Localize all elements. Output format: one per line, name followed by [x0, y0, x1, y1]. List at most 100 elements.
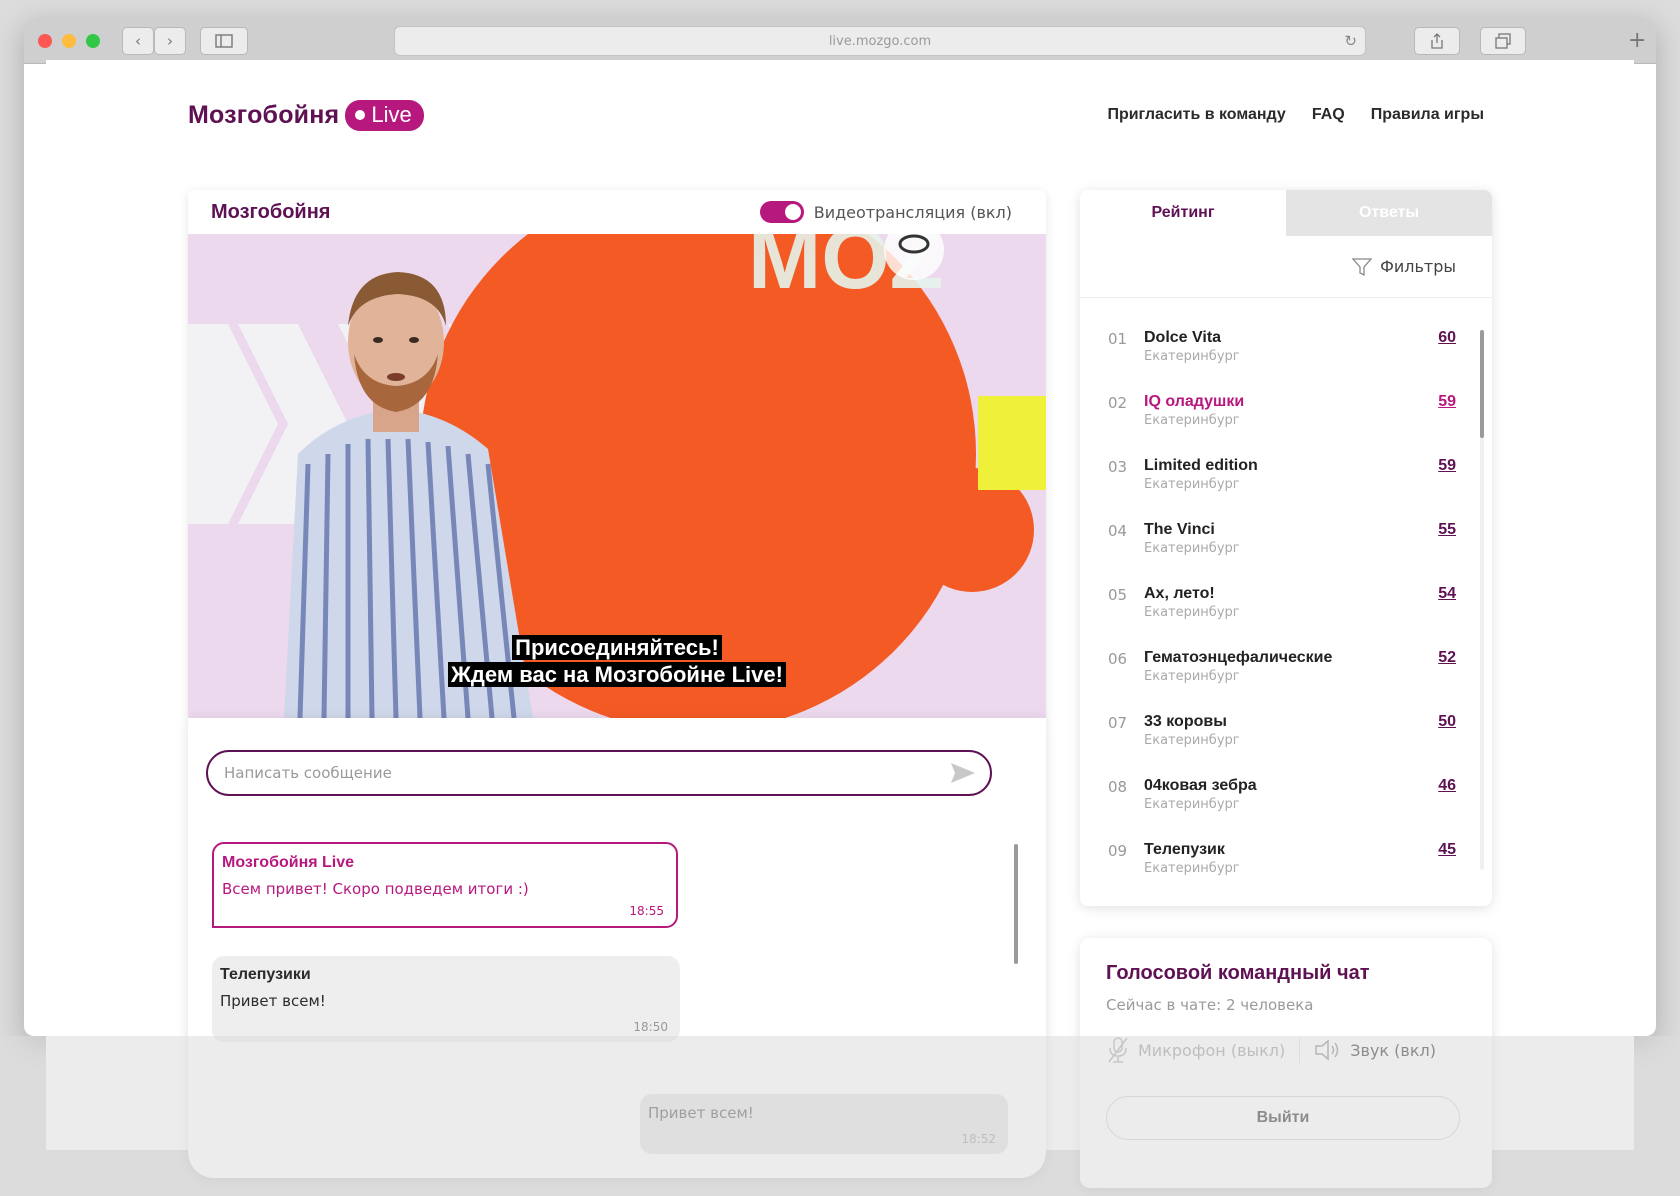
video-panel: Мозгобойня Видеотрансляция (вкл) MOZ При… — [188, 190, 1046, 718]
video-toggle-label: Видеотрансляция (вкл) — [813, 202, 1012, 222]
row-rank: 04 — [1108, 522, 1128, 540]
message-text: Всем привет! Скоро подведем итоги :) — [222, 880, 529, 898]
row-team-name: Ах, лето! — [1144, 585, 1215, 602]
row-score-link[interactable]: 50 — [1438, 713, 1456, 731]
sound-toggle[interactable]: Звук (вкл) — [1314, 1038, 1436, 1062]
filters-button[interactable]: Фильтры — [1080, 236, 1492, 298]
message-input[interactable]: Написать сообщение — [206, 750, 992, 796]
chat-message-team: Телепузики Привет всем! 18:50 — [212, 956, 680, 1042]
rating-row[interactable]: 08 04ковая зебра Екатеринбург 46 — [1080, 777, 1492, 842]
row-city: Екатеринбург — [1144, 733, 1240, 748]
chat-panel: Написать сообщение Мозгобойня Live Всем … — [188, 718, 1046, 1178]
row-score-link[interactable]: 52 — [1438, 649, 1456, 667]
chat-scrollbar[interactable] — [1014, 844, 1018, 964]
tab-rating[interactable]: Рейтинг — [1080, 190, 1286, 236]
tab-answers[interactable]: Ответы — [1286, 190, 1492, 236]
row-team-name: 04ковая зебра — [1144, 777, 1257, 794]
rating-row[interactable]: 09 Телепузик Екатеринбург 45 — [1080, 841, 1492, 906]
share-icon — [1431, 33, 1443, 49]
row-score-link[interactable]: 59 — [1438, 393, 1456, 411]
address-bar[interactable]: live.mozgo.com ↻ — [394, 26, 1366, 56]
video-title: Мозгобойня — [211, 200, 331, 223]
rating-row[interactable]: 03 Limited edition Екатеринбург 59 — [1080, 457, 1492, 522]
chat-message-host: Мозгобойня Live Всем привет! Скоро подве… — [212, 842, 678, 928]
row-rank: 08 — [1108, 778, 1128, 796]
filters-label: Фильтры — [1380, 257, 1456, 276]
message-time: 18:50 — [633, 1020, 668, 1034]
rating-row[interactable]: 07 33 коровы Екатеринбург 50 — [1080, 713, 1492, 778]
site-logo[interactable]: Мозгобойня Live — [188, 100, 424, 131]
logo-text: Мозгобойня — [188, 101, 340, 129]
video-stream[interactable]: MOZ Присоединяйтесь! Ждем вас на Мозгобо… — [188, 234, 1046, 718]
row-score-link[interactable]: 46 — [1438, 777, 1456, 795]
url-text: live.mozgo.com — [828, 33, 932, 49]
microphone-label: Микрофон (выкл) — [1138, 1040, 1286, 1060]
row-score-link[interactable]: 45 — [1438, 841, 1456, 859]
page-content: Мозгобойня Live Пригласить в команду FAQ… — [46, 60, 1634, 1188]
rating-row[interactable]: 05 Ах, лето! Екатеринбург 54 — [1080, 585, 1492, 650]
sidebar-icon — [215, 34, 233, 48]
top-nav: Пригласить в команду FAQ Правила игры — [1107, 106, 1484, 124]
subtitle-line-1: Присоединяйтесь! — [512, 635, 722, 660]
nav-rules-link[interactable]: Правила игры — [1371, 106, 1484, 124]
close-window-button[interactable] — [38, 34, 52, 48]
video-toggle-switch[interactable] — [759, 201, 804, 223]
browser-titlebar: ‹ › live.mozgo.com ↻ + — [24, 18, 1656, 64]
voice-chat-status: Сейчас в чате: 2 человека — [1106, 996, 1314, 1014]
row-rank: 06 — [1108, 650, 1128, 668]
rating-row[interactable]: 01 Dolce Vita Екатеринбург 60 — [1080, 329, 1492, 394]
rating-tabs: Рейтинг Ответы — [1080, 190, 1492, 236]
row-score-link[interactable]: 60 — [1438, 329, 1456, 347]
video-header: Мозгобойня Видеотрансляция (вкл) — [188, 190, 1046, 234]
row-team-name: Телепузик — [1144, 841, 1225, 858]
rating-row[interactable]: 04 The Vinci Екатеринбург 55 — [1080, 521, 1492, 586]
speaker-icon — [1315, 1039, 1339, 1061]
video-subtitles: Присоединяйтесь! Ждем вас на Мозгобойне … — [188, 634, 1046, 688]
row-rank: 02 — [1108, 394, 1128, 412]
row-score-link[interactable]: 55 — [1438, 521, 1456, 539]
exit-voice-chat-button[interactable]: Выйти — [1106, 1096, 1460, 1140]
message-time: 18:55 — [629, 904, 664, 918]
row-score-link[interactable]: 54 — [1438, 585, 1456, 603]
forward-button[interactable]: › — [154, 27, 186, 55]
back-button[interactable]: ‹ — [122, 27, 154, 55]
video-toggle-control[interactable]: Видеотрансляция (вкл) — [759, 201, 1012, 223]
row-rank: 03 — [1108, 458, 1128, 476]
message-text: Привет всем! — [220, 992, 326, 1010]
message-text: Привет всем! — [648, 1104, 754, 1122]
message-time: 18:52 — [961, 1132, 996, 1146]
row-city: Екатеринбург — [1144, 669, 1240, 684]
microphone-muted-icon — [1108, 1037, 1128, 1063]
row-team-name: Dolce Vita — [1144, 329, 1222, 346]
message-input-placeholder: Написать сообщение — [224, 764, 392, 782]
rating-row[interactable]: 06 Гематоэнцефалические Екатеринбург 52 — [1080, 649, 1492, 714]
row-rank: 09 — [1108, 842, 1128, 860]
sidebar-toggle-button[interactable] — [200, 27, 248, 55]
rating-panel: Рейтинг Ответы Фильтры 01 Dolce Vita Ека… — [1080, 190, 1492, 906]
chevron-left-icon: ‹ — [135, 32, 141, 50]
row-city: Екатеринбург — [1144, 861, 1240, 876]
reload-icon[interactable]: ↻ — [1344, 32, 1357, 50]
send-icon[interactable] — [950, 762, 976, 784]
row-city: Екатеринбург — [1144, 605, 1240, 620]
row-city: Екатеринбург — [1144, 477, 1240, 492]
chevron-right-icon: › — [167, 32, 173, 50]
voice-chat-title: Голосовой командный чат — [1106, 962, 1370, 984]
row-score-link[interactable]: 59 — [1438, 457, 1456, 475]
live-badge-label: Live — [371, 102, 412, 127]
maximize-window-button[interactable] — [86, 34, 100, 48]
tabs-overview-button[interactable] — [1480, 27, 1526, 55]
minimize-window-button[interactable] — [62, 34, 76, 48]
row-rank: 07 — [1108, 714, 1128, 732]
row-team-name: The Vinci — [1144, 521, 1215, 538]
nav-faq-link[interactable]: FAQ — [1312, 106, 1345, 124]
share-button[interactable] — [1414, 27, 1460, 55]
subtitle-line-2: Ждем вас на Мозгобойне Live! — [448, 662, 786, 687]
message-author: Мозгобойня Live — [222, 854, 355, 871]
microphone-toggle[interactable]: Микрофон (выкл) — [1106, 1036, 1285, 1064]
row-city: Екатеринбург — [1144, 541, 1240, 556]
rating-row-own-team[interactable]: 02 IQ оладушки Екатеринбург 59 — [1080, 393, 1492, 458]
row-team-name: Гематоэнцефалические — [1144, 649, 1333, 666]
new-tab-icon[interactable]: + — [1628, 28, 1646, 53]
nav-invite-link[interactable]: Пригласить в команду — [1107, 106, 1285, 124]
